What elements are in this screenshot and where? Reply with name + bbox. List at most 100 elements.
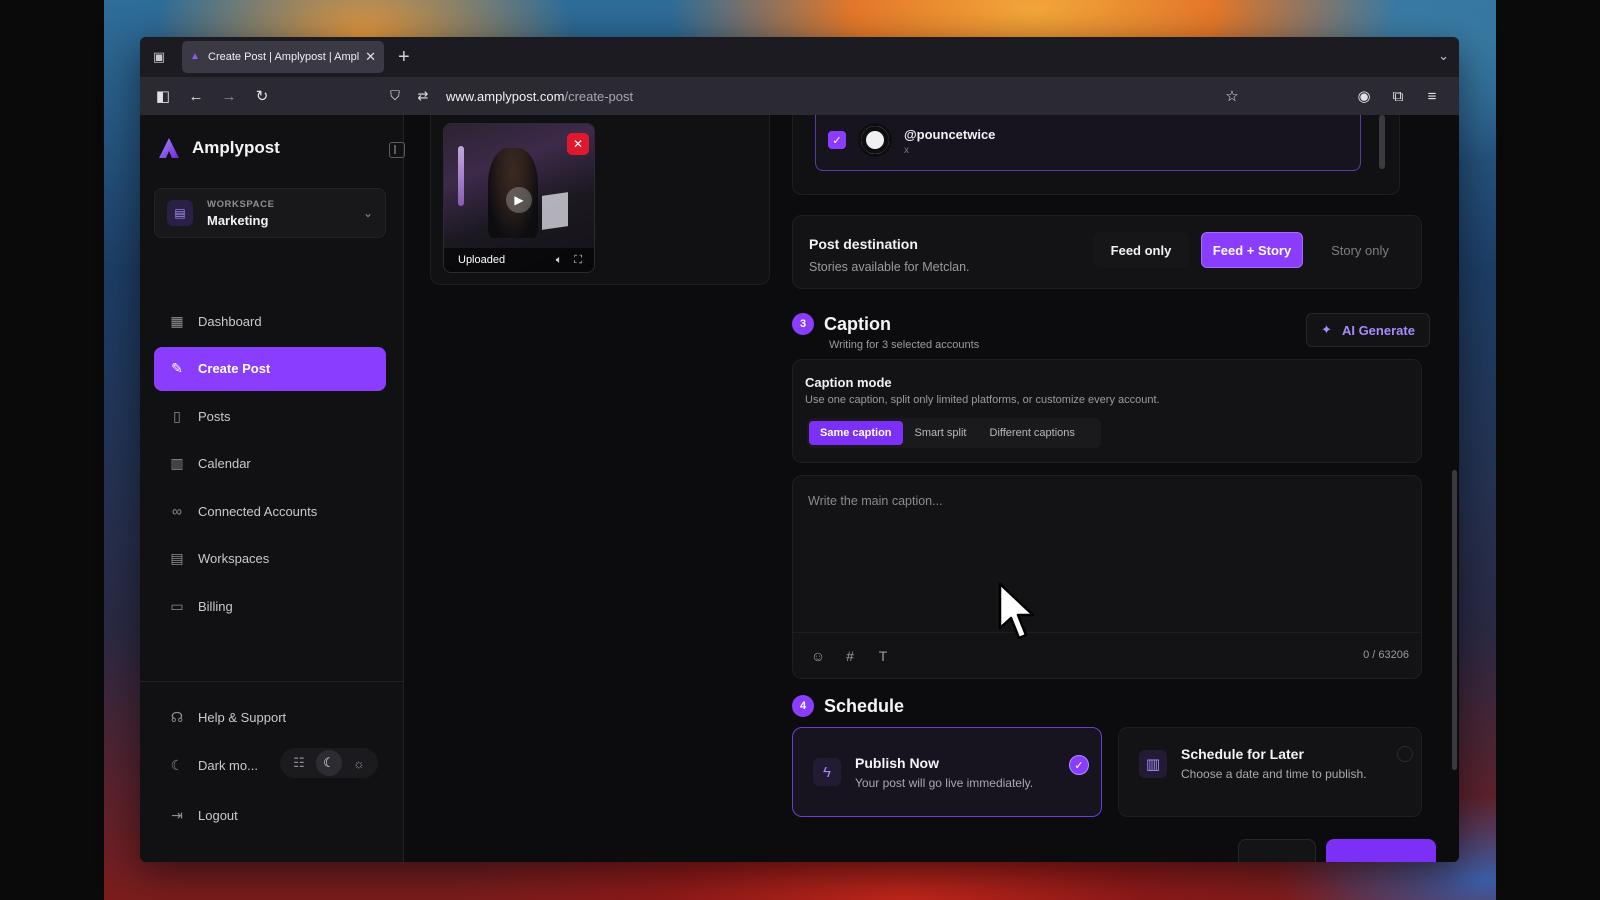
- caption-editor: ☺ # T 0 / 63206: [792, 475, 1422, 679]
- back-arrow-icon[interactable]: ←: [185, 85, 207, 107]
- step-badge: 3: [792, 313, 814, 335]
- toolbar-right: ◉ ⧉ ≡: [1349, 85, 1451, 107]
- system-theme-icon[interactable]: ☷: [286, 750, 312, 776]
- caption-subtitle: Writing for 3 selected accounts: [829, 339, 980, 351]
- feed-story-button[interactable]: Feed + Story: [1201, 232, 1303, 268]
- url-text[interactable]: www.amplypost.com/create-post: [446, 89, 633, 104]
- sidebar-item-dashboard[interactable]: ▦ Dashboard: [154, 299, 386, 343]
- schedule-later-option[interactable]: ▥ Schedule for Later Choose a date and t…: [1118, 727, 1422, 817]
- smart-split-option[interactable]: Smart split: [904, 421, 978, 445]
- moon-icon: ☾: [170, 756, 184, 773]
- tab-title: Create Post | Amplypost | Amply: [208, 51, 360, 63]
- sidebar-footer: ☊ Help & Support ☾ Dark mo... ☷ ☾ ☼ ⇥ Lo…: [140, 681, 404, 862]
- thumbnail-screen: [542, 192, 568, 230]
- sidebar-item-posts[interactable]: ▯ Posts: [154, 394, 386, 438]
- browser-window: ▣ ▲ Create Post | Amplypost | Amply ✕ + …: [140, 37, 1459, 862]
- hamburger-menu-icon[interactable]: ≡: [1421, 85, 1443, 107]
- hashtag-icon[interactable]: #: [841, 647, 859, 665]
- bookmark-star-icon[interactable]: ☆: [1221, 85, 1243, 107]
- reload-icon[interactable]: ↻: [251, 85, 273, 107]
- thumbnail-light: [458, 146, 464, 206]
- secondary-action-button[interactable]: [1238, 839, 1316, 862]
- page-scrollbar[interactable]: [1452, 470, 1457, 770]
- fullscreen-icon[interactable]: ⛶: [574, 254, 582, 267]
- sidebar-item-label: Workspaces: [198, 551, 270, 566]
- theme-toggle: ☷ ☾ ☼: [280, 748, 378, 778]
- dark-mode-label: Dark mo...: [198, 757, 258, 773]
- remove-media-icon[interactable]: ✕: [567, 133, 589, 155]
- lightning-icon: ϟ: [813, 758, 841, 786]
- schedule-title: Schedule: [824, 695, 905, 716]
- story-only-button[interactable]: Story only: [1309, 232, 1411, 268]
- link-icon: ∞: [172, 503, 182, 519]
- sidebar-toggle-icon[interactable]: ◧: [152, 85, 174, 107]
- shield-icon[interactable]: ⛉: [384, 85, 406, 107]
- address-bar[interactable]: ⛉ ⇄ www.amplypost.com/create-post: [384, 83, 633, 109]
- dark-theme-icon[interactable]: ☾: [316, 750, 342, 776]
- briefcase-icon: ▤: [170, 550, 184, 566]
- same-caption-option[interactable]: Same caption: [809, 421, 903, 445]
- volume-icon[interactable]: 🔈︎: [556, 254, 563, 267]
- text-format-icon[interactable]: T: [874, 647, 892, 665]
- tab-list-icon[interactable]: ▣: [150, 48, 168, 66]
- play-icon[interactable]: ▶: [506, 187, 532, 213]
- accounts-card: ✓ @pouncetwice x: [792, 115, 1400, 195]
- grid-icon: ▦: [170, 312, 184, 329]
- permissions-icon[interactable]: ⇄: [412, 85, 434, 107]
- video-thumbnail[interactable]: ▶ ✕ Uploaded 🔈︎ ⛶: [443, 123, 595, 273]
- sidebar-item-billing[interactable]: ▭ Billing: [154, 584, 386, 628]
- accounts-scrollbar[interactable]: [1379, 115, 1385, 169]
- sidebar-item-workspaces[interactable]: ▤ Workspaces: [154, 537, 386, 581]
- sidebar-item-label: Dashboard: [198, 313, 262, 329]
- credit-card-icon: ▭: [170, 597, 184, 614]
- publish-now-option[interactable]: ϟ Publish Now Your post will go live imm…: [792, 727, 1102, 817]
- clipboard-icon: ▯: [173, 407, 181, 424]
- brand[interactable]: Amplypost: [158, 137, 280, 159]
- ai-generate-label: AI Generate: [1341, 322, 1415, 338]
- help-label: Help & Support: [198, 709, 287, 725]
- tab-bar: ▣ ▲ Create Post | Amplypost | Amply ✕ + …: [140, 37, 1459, 77]
- destination-title: Post destination: [809, 236, 918, 252]
- feed-only-button[interactable]: Feed only: [1093, 232, 1189, 268]
- close-tab-icon[interactable]: ✕: [365, 49, 376, 65]
- account-platform: x: [904, 145, 909, 156]
- calendar-icon: ▥: [170, 455, 184, 471]
- sidebar-item-calendar[interactable]: ▥ Calendar: [154, 442, 386, 486]
- chevron-down-icon: ⌄: [362, 206, 373, 220]
- ai-generate-button[interactable]: ✦ AI Generate: [1306, 313, 1430, 347]
- new-tab-icon[interactable]: +: [398, 46, 410, 69]
- caption-input[interactable]: [793, 476, 1421, 632]
- forward-arrow-icon[interactable]: →: [218, 85, 240, 107]
- pen-icon: ✎: [171, 360, 183, 376]
- publish-now-description: Your post will go live immediately.: [855, 776, 1034, 790]
- chevron-down-icon[interactable]: ⌄: [1438, 48, 1449, 64]
- caption-mode-selector: Same caption Smart split Different capti…: [807, 418, 1101, 448]
- browser-tab-active[interactable]: ▲ Create Post | Amplypost | Amply ✕: [182, 41, 384, 73]
- account-checkbox[interactable]: ✓: [828, 131, 846, 149]
- character-counter: 0 / 63206: [1363, 649, 1409, 661]
- sidebar-item-label: Posts: [198, 408, 231, 424]
- account-icon[interactable]: ◉: [1353, 85, 1375, 107]
- schedule-later-description: Choose a date and time to publish.: [1181, 767, 1367, 781]
- primary-action-button[interactable]: [1326, 839, 1436, 862]
- account-handle: @pouncetwice: [904, 127, 996, 142]
- briefcase-icon: ▤: [167, 200, 193, 226]
- sidebar-item-connected-accounts[interactable]: ∞ Connected Accounts: [154, 489, 386, 533]
- extensions-icon[interactable]: ⧉: [1387, 85, 1409, 107]
- workspace-name: Marketing: [207, 212, 269, 228]
- sidebar-item-label: Calendar: [198, 456, 251, 471]
- workspace-selector[interactable]: ▤ WORKSPACE Marketing ⌄: [154, 188, 386, 238]
- emoji-icon[interactable]: ☺: [809, 647, 827, 665]
- logout-icon: ⇥: [171, 806, 183, 823]
- workspace-label: WORKSPACE: [207, 198, 275, 210]
- sidebar-item-create-post[interactable]: ✎ Create Post: [154, 346, 386, 391]
- collapse-sidebar-icon[interactable]: [389, 142, 405, 158]
- account-row[interactable]: ✓ @pouncetwice x: [815, 115, 1361, 171]
- logout-link[interactable]: ⇥ Logout: [168, 806, 238, 824]
- dark-mode-row: ☾ Dark mo...: [168, 756, 258, 774]
- different-captions-option[interactable]: Different captions: [979, 421, 1086, 445]
- destination-subtitle: Stories available for Metclan.: [809, 260, 970, 274]
- help-support-link[interactable]: ☊ Help & Support: [168, 708, 286, 726]
- light-theme-icon[interactable]: ☼: [346, 750, 372, 776]
- video-controls: Uploaded 🔈︎ ⛶: [444, 248, 594, 272]
